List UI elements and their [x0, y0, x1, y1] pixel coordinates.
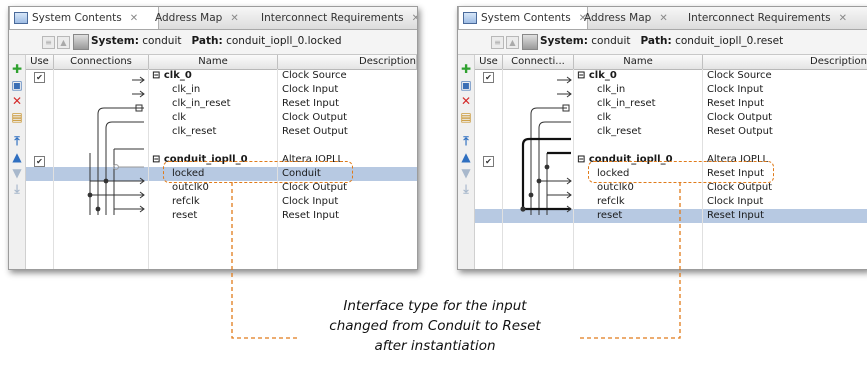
caption-line: Interface type for the input — [343, 298, 527, 314]
caption-line: changed from Conduit to Reset — [329, 318, 541, 334]
caption-line: after instantiation — [374, 338, 496, 354]
annotation-caption: Interface type for the input changed fro… — [300, 296, 570, 356]
